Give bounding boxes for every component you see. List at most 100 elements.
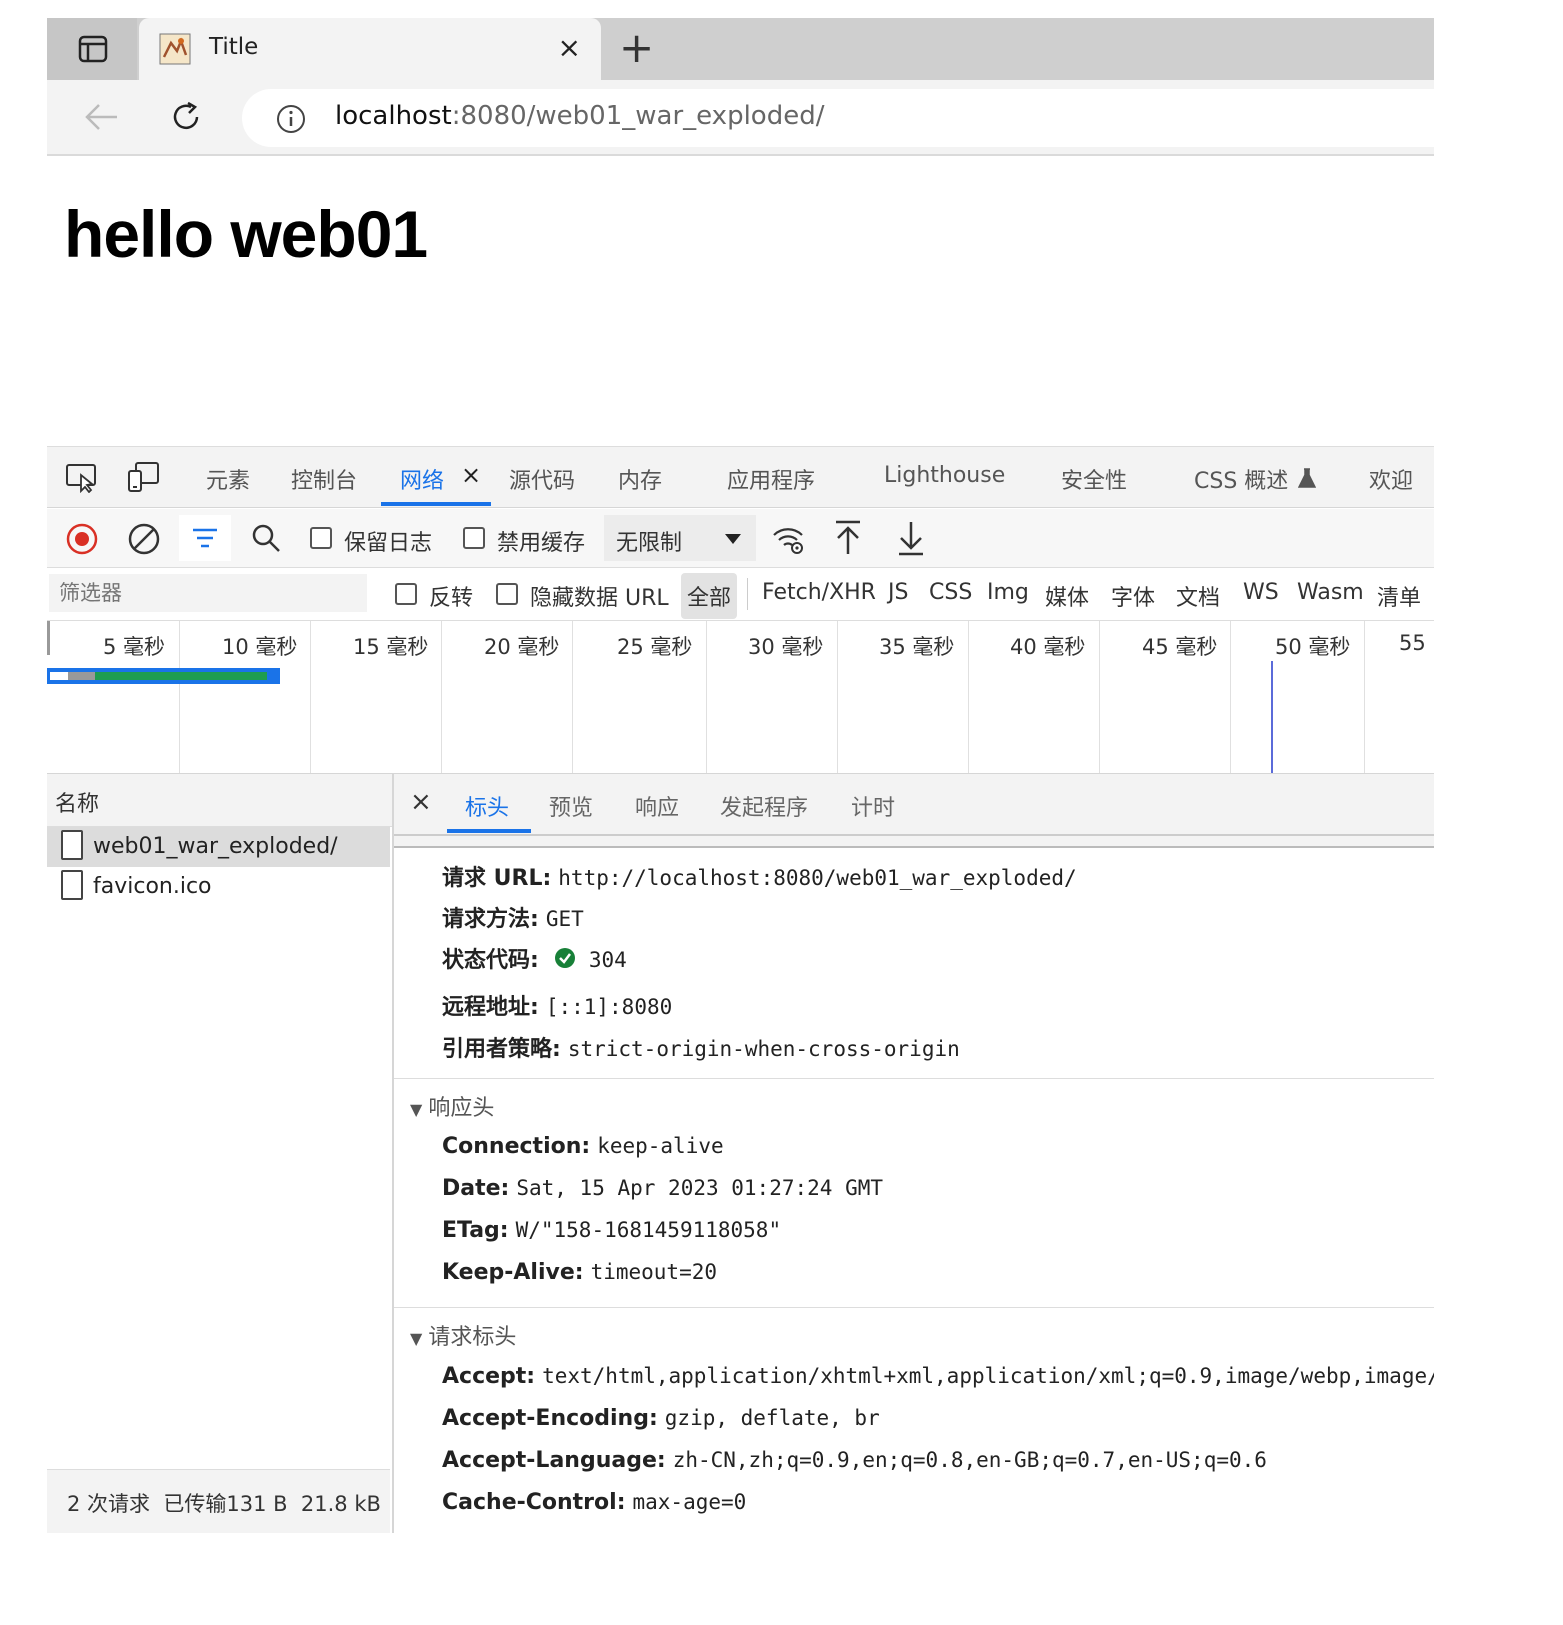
- request-row[interactable]: web01_war_exploded/: [47, 827, 390, 867]
- response-headers-section-toggle[interactable]: ▼ 响应头: [410, 1090, 494, 1122]
- tab-lighthouse[interactable]: Lighthouse: [884, 463, 1005, 488]
- tab-response[interactable]: 响应: [635, 790, 679, 822]
- tab-preview[interactable]: 预览: [549, 790, 593, 822]
- site-info-icon[interactable]: [275, 103, 307, 135]
- tab-initiator[interactable]: 发起程序: [720, 790, 808, 822]
- hide-data-urls-checkbox[interactable]: [496, 583, 518, 605]
- tab-console[interactable]: 控制台: [291, 463, 357, 495]
- grid-line: [310, 621, 311, 773]
- experiment-flask-icon: [1298, 468, 1316, 488]
- new-tab-button[interactable]: +: [619, 24, 654, 72]
- search-icon[interactable]: [251, 523, 281, 553]
- filter-type-ws[interactable]: WS: [1243, 580, 1279, 605]
- import-har-icon[interactable]: [834, 520, 862, 556]
- response-header-row: Keep-Alive: timeout=20: [442, 1260, 717, 1285]
- url-field[interactable]: localhost:8080/web01_war_exploded/: [242, 89, 1434, 147]
- filter-type-font[interactable]: 字体: [1111, 580, 1155, 612]
- grid-line: [1099, 621, 1100, 773]
- preserve-log-checkbox[interactable]: [310, 527, 332, 549]
- overview-left-handle[interactable]: [47, 621, 50, 655]
- filter-input[interactable]: [49, 574, 367, 612]
- general-row: 请求 URL: http://localhost:8080/web01_war_…: [442, 860, 1077, 892]
- response-header-row: Connection: keep-alive: [442, 1134, 724, 1159]
- filter-type-fetch-xhr[interactable]: Fetch/XHR: [762, 580, 876, 605]
- reload-icon[interactable]: [169, 100, 203, 134]
- address-bar-row: localhost:8080/web01_war_exploded/: [47, 80, 1434, 156]
- general-row: 请求方法: GET: [442, 901, 584, 933]
- network-conditions-icon[interactable]: [771, 523, 807, 555]
- grid-line: [706, 621, 707, 773]
- overview-bar-segment: [68, 672, 95, 680]
- request-header-row: Cache-Control: max-age=0: [442, 1490, 746, 1515]
- filter-type-all[interactable]: 全部: [681, 573, 738, 619]
- filter-toggle-button[interactable]: [179, 515, 231, 561]
- requests-header[interactable]: 名称: [47, 774, 392, 827]
- tab-close-icon[interactable]: ×: [558, 31, 581, 64]
- header-key: 远程地址:: [442, 995, 539, 1020]
- grid-line: [572, 621, 573, 773]
- header-value: timeout=20: [590, 1260, 717, 1284]
- throttling-select[interactable]: 无限制: [604, 515, 756, 561]
- filter-type-img[interactable]: Img: [987, 580, 1029, 605]
- request-headers-section-toggle[interactable]: ▼ 请求标头: [410, 1319, 516, 1351]
- network-overview-timeline[interactable]: 5 毫秒 10 毫秒 15 毫秒 20 毫秒 25 毫秒 30 毫秒 35 毫秒…: [47, 621, 1434, 775]
- browser-tab[interactable]: Title ×: [139, 18, 601, 80]
- tick-label: 45 毫秒: [1142, 635, 1218, 659]
- filter-type-doc[interactable]: 文档: [1176, 580, 1220, 612]
- back-icon[interactable]: [83, 102, 119, 132]
- export-har-icon[interactable]: [897, 520, 925, 556]
- request-row[interactable]: favicon.ico: [47, 867, 390, 907]
- grid-line: [441, 621, 442, 773]
- devtools-panel: 元素 控制台 网络 × 源代码 内存 应用程序 Lighthouse 安全性 C…: [47, 446, 1434, 1533]
- filter-type-css[interactable]: CSS: [929, 580, 972, 605]
- status-ok-icon: [554, 948, 575, 968]
- preserve-log-label: 保留日志: [344, 531, 433, 556]
- tab-security[interactable]: 安全性: [1061, 463, 1127, 495]
- triangle-down-icon: ▼: [410, 1100, 423, 1119]
- header-key: 状态代码:: [442, 948, 539, 973]
- tab-memory[interactable]: 内存: [618, 463, 662, 495]
- document-icon: [61, 830, 83, 860]
- tab-network[interactable]: 网络: [400, 463, 444, 495]
- url-path: :8080/web01_war_exploded/: [451, 101, 825, 131]
- disable-cache-checkbox[interactable]: [463, 527, 485, 549]
- tab-css-overview[interactable]: CSS 概述: [1194, 463, 1288, 495]
- grid-line: [837, 621, 838, 773]
- filter-type-wasm[interactable]: Wasm: [1297, 580, 1364, 605]
- throttling-value: 无限制: [616, 531, 683, 556]
- request-name: favicon.ico: [93, 874, 212, 899]
- header-key: ETag:: [442, 1218, 509, 1243]
- overview-bar-segment: [95, 672, 267, 680]
- divider: [394, 1307, 1434, 1308]
- tab-title: Title: [209, 34, 259, 60]
- tab-network-close-icon[interactable]: ×: [461, 461, 481, 489]
- tab-welcome[interactable]: 欢迎: [1369, 463, 1413, 495]
- active-detail-tab-indicator: [447, 829, 531, 833]
- invert-checkbox[interactable]: [395, 583, 417, 605]
- triangle-down-icon: ▼: [410, 1329, 423, 1348]
- filter-type-media[interactable]: 媒体: [1045, 580, 1089, 612]
- header-value: strict-origin-when-cross-origin: [567, 1037, 960, 1061]
- record-icon[interactable]: [65, 522, 99, 556]
- device-toolbar-icon[interactable]: [127, 461, 161, 493]
- scroll-shadow: [394, 836, 1434, 848]
- browser-window: Title × + localhost:8080/web01_war_explo…: [47, 18, 1434, 1533]
- clear-icon[interactable]: [127, 522, 161, 556]
- tab-timing[interactable]: 计时: [851, 790, 895, 822]
- header-value: gzip, deflate, br: [664, 1406, 880, 1430]
- filter-type-js[interactable]: JS: [888, 580, 908, 605]
- request-header-row: Accept-Language: zh-CN,zh;q=0.9,en;q=0.8…: [442, 1448, 1267, 1473]
- tab-actions-button[interactable]: [47, 18, 137, 80]
- filter-type-manifest[interactable]: 清单: [1377, 580, 1421, 612]
- tab-headers[interactable]: 标头: [465, 790, 509, 822]
- tab-sources[interactable]: 源代码: [509, 463, 575, 495]
- section-title: 请求标头: [428, 1325, 517, 1350]
- tab-application[interactable]: 应用程序: [727, 463, 815, 495]
- header-value: 304: [588, 948, 627, 972]
- invert-label: 反转: [429, 586, 474, 611]
- response-header-row: ETag: W/"158-1681459118058": [442, 1218, 781, 1243]
- tab-elements[interactable]: 元素: [206, 463, 250, 495]
- close-details-icon[interactable]: ×: [410, 787, 432, 817]
- header-value: zh-CN,zh;q=0.9,en;q=0.8,en-GB;q=0.7,en-U…: [672, 1448, 1267, 1472]
- inspect-element-icon[interactable]: [65, 463, 99, 493]
